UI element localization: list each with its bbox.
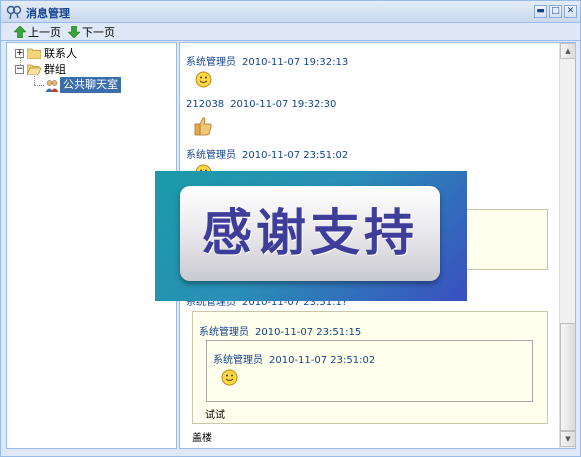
smiley-icon [221,369,238,386]
next-page-button[interactable]: 下一页 [68,24,115,40]
close-button[interactable]: ✕ [564,5,577,18]
message-time: 2010-11-07 19:32:13 [242,57,349,68]
message-header: 系统管理员 2010-11-07 23:51:02 [186,146,348,161]
tree-node-contacts[interactable]: + 联系人 [15,45,77,61]
message-header: 系统管理员 2010-11-07 19:32:13 [186,53,348,68]
nested-quote-block: 系统管理员 2010-11-07 23:51:02 [206,340,533,402]
message-time: 2010-11-07 23:51:02 [242,150,349,161]
quote-header: 系统管理员 2010-11-07 23:51:02 [213,351,375,366]
sender-name: 212038 [186,99,225,110]
toolbar: 上一页 下一页 [1,23,580,41]
quote-reply-text: 试试 [205,410,225,421]
title-bar: 消息管理 ▬ □ ✕ [1,1,580,23]
smiley-icon [195,71,212,88]
sender-name: 系统管理员 [186,150,236,161]
tree-connector [34,85,44,86]
sender-name: 系统管理员 [186,57,236,68]
vertical-scrollbar[interactable]: ▲ ▼ [559,43,576,448]
sender-name: 系统管理员 [199,327,249,338]
group-icon [45,79,59,92]
scrollbar-thumb[interactable] [560,323,576,431]
message-icon [6,5,22,20]
thanks-overlay-image: 感谢支持 [155,171,467,301]
window-title: 消息管理 [26,7,70,20]
tree-node-public-chatroom[interactable]: 公共聊天室 [45,77,121,93]
message-management-window: 消息管理 ▬ □ ✕ 上一页 下一页 + 联系人 − 群组 公共聊天室 系统管理… [0,0,581,457]
sender-name: 系统管理员 [213,355,263,366]
arrow-up-icon [14,26,26,38]
quote-block: 系统管理员 2010-11-07 23:51:15 系统管理员 2010-11-07… [192,311,548,424]
tree-node-label: 公共聊天室 [60,77,121,93]
message-time: 2010-11-07 19:32:30 [230,99,337,110]
message-time: 2010-11-07 23:51:02 [269,355,376,366]
tree-node-label: 联系人 [44,47,77,60]
expand-toggle[interactable]: + [15,48,24,58]
collapse-toggle[interactable]: − [15,64,24,74]
message-time: 2010-11-07 23:51:15 [255,327,362,338]
contact-tree: + 联系人 − 群组 公共聊天室 [6,42,177,449]
arrow-down-icon [68,26,80,38]
minimize-button[interactable]: ▬ [534,5,547,18]
folder-open-icon [27,64,41,75]
message-text: 盖楼 [192,433,212,444]
scroll-down-button[interactable]: ▼ [560,431,576,447]
overlay-card: 感谢支持 [180,186,440,281]
prev-page-button[interactable]: 上一页 [14,24,61,40]
scroll-up-button[interactable]: ▲ [560,43,576,59]
tree-node-groups[interactable]: − 群组 [15,61,66,77]
quote-header: 系统管理员 2010-11-07 23:51:15 [199,323,361,338]
overlay-text: 感谢支持 [202,204,418,262]
tree-node-label: 群组 [44,63,66,76]
thumbs-up-icon [194,117,212,136]
maximize-button[interactable]: □ [549,5,562,18]
folder-icon [27,48,41,59]
next-page-label: 下一页 [82,26,115,39]
message-header: 212038 2010-11-07 19:32:30 [186,99,336,110]
prev-page-label: 上一页 [28,26,61,39]
